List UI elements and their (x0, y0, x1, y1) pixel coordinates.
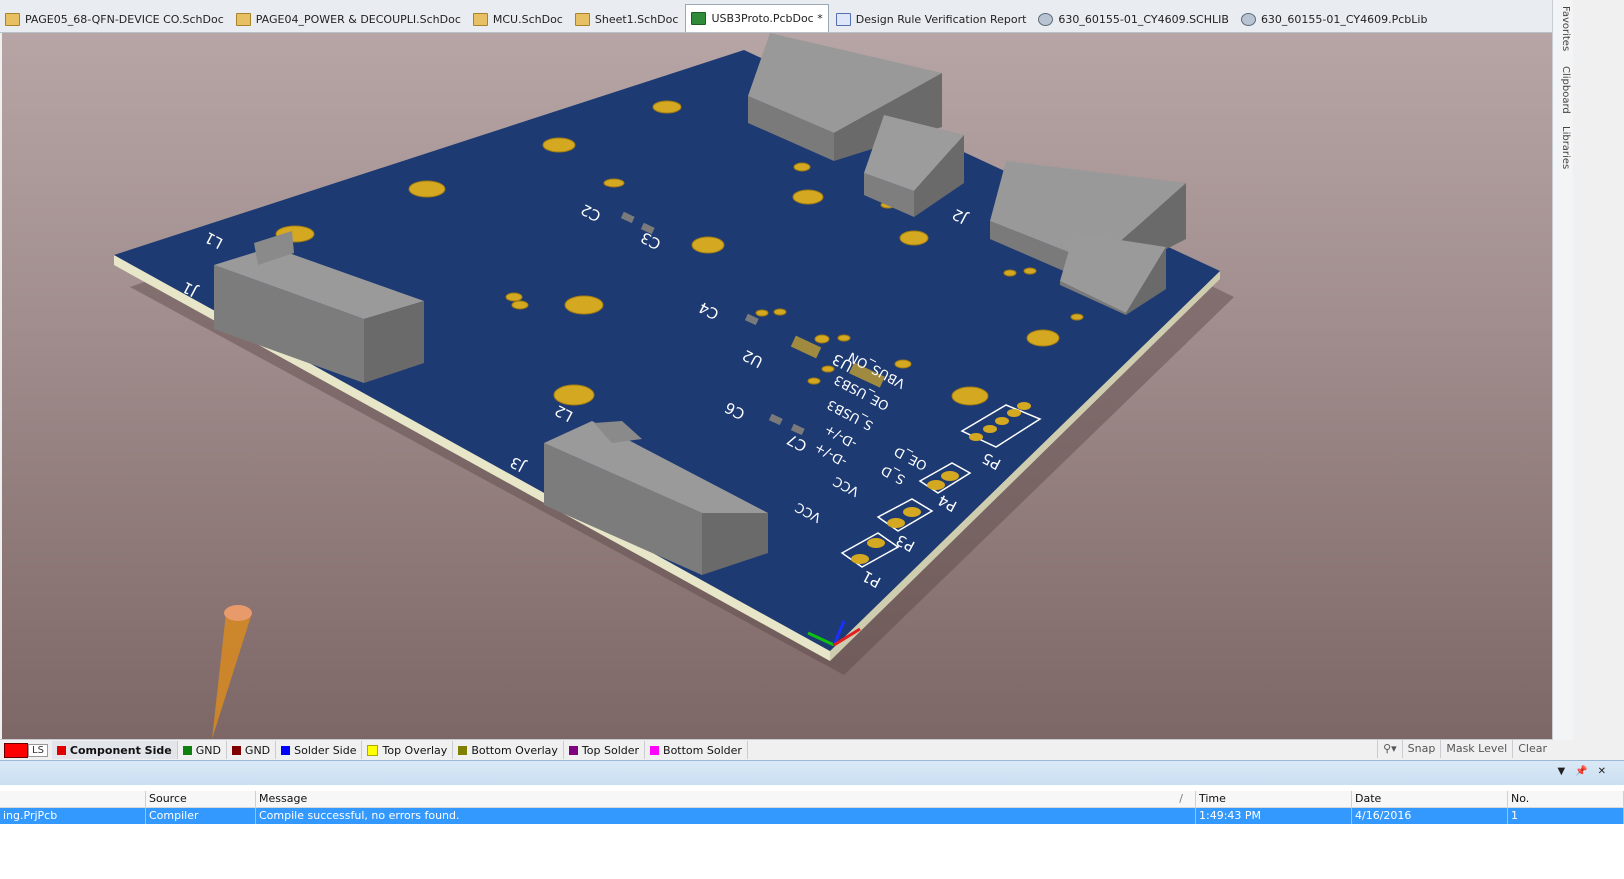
col-message-label: Message (259, 792, 308, 805)
document-tab-bar: PAGE05_68-QFN-DEVICE CO.SchDoc PAGE04_PO… (0, 0, 1552, 33)
clipboard-panel-tab[interactable]: Clipboard (1555, 66, 1571, 114)
tab-label: PAGE05_68-QFN-DEVICE CO.SchDoc (25, 12, 224, 26)
side-panel-strip: Favorites Clipboard Libraries (1552, 0, 1573, 740)
col-class[interactable] (0, 791, 146, 807)
message-row[interactable]: ing.PrjPcb Compiler Compile successful, … (0, 808, 1624, 824)
schematic-doc-icon (472, 12, 488, 26)
tab-schlib[interactable]: 630_60155-01_CY4609.SCHLIB (1033, 6, 1234, 32)
close-icon[interactable]: ✕ (1598, 766, 1606, 777)
schlib-icon (1038, 12, 1054, 26)
messages-panel-header: ▼ 📌 ✕ (0, 760, 1624, 786)
snap-button[interactable]: Snap (1401, 740, 1441, 758)
layer-tab-gnd-2[interactable]: GND (227, 741, 277, 759)
layer-label: Top Overlay (382, 743, 448, 757)
messages-panel: Source Message / Time Date No. ing.PrjPc… (0, 785, 1624, 879)
pcb-doc-icon (691, 12, 707, 25)
layer-color-swatch (182, 745, 192, 755)
col-message[interactable]: Message / (256, 791, 1196, 807)
tab-label: Design Rule Verification Report (855, 12, 1027, 26)
layer-tab-component-side[interactable]: Component Side (51, 741, 178, 759)
tab-sheet1-schdoc[interactable]: Sheet1.SchDoc (570, 6, 684, 32)
pin-icon[interactable]: 📌 (1575, 766, 1587, 777)
pcblib-icon (1240, 12, 1256, 26)
layer-tab-solder-side[interactable]: Solder Side (276, 741, 363, 759)
cell-date: 4/16/2016 (1352, 808, 1508, 824)
layer-label: Top Solder (581, 743, 640, 757)
schematic-doc-icon (574, 12, 590, 26)
layer-color-swatch (568, 745, 578, 755)
layer-color-swatch (56, 745, 66, 755)
layer-tab-gnd-1[interactable]: GND (178, 741, 227, 759)
col-no[interactable]: No. (1508, 791, 1624, 807)
layer-label: Solder Side (294, 743, 357, 757)
cell-no: 1 (1508, 808, 1624, 824)
cell-source: Compiler (146, 808, 256, 824)
cell-time: 1:49:43 PM (1196, 808, 1352, 824)
col-time[interactable]: Time (1196, 791, 1352, 807)
tab-drc-report[interactable]: Design Rule Verification Report (831, 6, 1032, 32)
favorites-panel-tab[interactable]: Favorites (1555, 6, 1571, 51)
layer-label: GND (244, 743, 271, 757)
current-layer-color (4, 742, 28, 758)
tab-mcu-schdoc[interactable]: MCU.SchDoc (468, 6, 568, 32)
selection-filter-icon[interactable]: ⚲▾ (1377, 740, 1402, 758)
layer-tab-bar: LS Component Side GND GND Solder Side To… (0, 739, 1552, 760)
report-doc-icon (835, 12, 851, 26)
dropdown-icon[interactable]: ▼ (1557, 766, 1565, 777)
clear-button[interactable]: Clear (1512, 740, 1552, 758)
pcb-3d-scene: L1 J1 J3 L2 C2 C3 C4 C6 C7 U2 U3 P1 P3 P… (114, 33, 1234, 739)
tab-label: Sheet1.SchDoc (594, 12, 679, 26)
layer-label: Bottom Solder (663, 743, 742, 757)
layer-color-swatch (231, 745, 241, 755)
layer-color-swatch (458, 745, 468, 755)
tab-page04-schdoc[interactable]: PAGE04_POWER & DECOUPLI.SchDoc (231, 6, 466, 32)
tab-label: 630_60155-01_CY4609.PcbLib (1260, 12, 1428, 26)
messages-table-header: Source Message / Time Date No. (0, 791, 1624, 808)
layer-tab-bottom-solder[interactable]: Bottom Solder (645, 741, 748, 759)
tab-page05-schdoc[interactable]: PAGE05_68-QFN-DEVICE CO.SchDoc (0, 6, 229, 32)
schematic-doc-icon (5, 12, 20, 26)
layer-bar-right-controls: ⚲▾ Snap Mask Level Clear (1377, 740, 1552, 758)
mask-level-button[interactable]: Mask Level (1440, 740, 1512, 758)
layer-color-swatch (367, 744, 379, 756)
col-date[interactable]: Date (1352, 791, 1508, 807)
layer-set-indicator[interactable]: LS (4, 742, 48, 758)
tab-pcblib[interactable]: 630_60155-01_CY4609.PcbLib (1236, 6, 1432, 32)
layer-color-swatch (650, 745, 660, 755)
tab-label: 630_60155-01_CY4609.SCHLIB (1058, 12, 1229, 26)
tab-usb3proto-pcbdoc[interactable]: USB3Proto.PcbDoc * (685, 4, 829, 32)
schematic-doc-icon (235, 12, 251, 26)
layer-set-label: LS (28, 743, 48, 757)
libraries-panel-tab[interactable]: Libraries (1555, 126, 1571, 169)
col-source[interactable]: Source (146, 791, 256, 807)
light-cone (212, 605, 252, 739)
layer-label: Component Side (69, 743, 172, 757)
layer-tab-top-overlay[interactable]: Top Overlay (362, 741, 454, 759)
pcb-3d-viewport[interactable]: L1 J1 J3 L2 C2 C3 C4 C6 C7 U2 U3 P1 P3 P… (2, 33, 1552, 739)
layer-label: Bottom Overlay (471, 743, 558, 757)
layer-tab-bottom-overlay[interactable]: Bottom Overlay (453, 741, 564, 759)
tab-label: PAGE04_POWER & DECOUPLI.SchDoc (255, 12, 461, 26)
layer-tab-top-solder[interactable]: Top Solder (564, 741, 646, 759)
sort-indicator-icon: / (1179, 792, 1183, 805)
layer-color-swatch (281, 745, 291, 755)
tab-label: USB3Proto.PcbDoc * (711, 12, 823, 25)
layer-label: GND (195, 743, 221, 757)
tab-label: MCU.SchDoc (492, 12, 563, 26)
cell-class: ing.PrjPcb (0, 808, 146, 824)
cell-message: Compile successful, no errors found. (256, 808, 1196, 824)
